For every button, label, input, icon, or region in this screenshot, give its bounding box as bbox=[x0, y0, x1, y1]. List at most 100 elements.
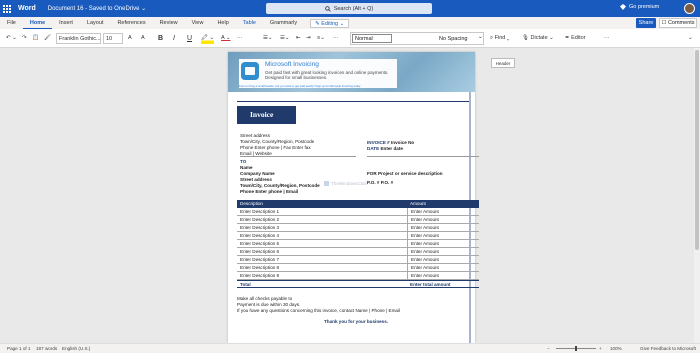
header-tag[interactable]: Header bbox=[491, 58, 515, 68]
recipient-street: Street address bbox=[240, 177, 272, 182]
ribbon-more-icon[interactable]: ··· bbox=[604, 33, 610, 44]
increase-indent-icon[interactable]: ⇥ bbox=[306, 33, 311, 44]
total-value: Enter total amount bbox=[410, 282, 451, 287]
invoice-date-label: DATE bbox=[367, 146, 380, 151]
decrease-indent-icon[interactable]: ⇤ bbox=[296, 33, 301, 44]
row-description: Enter Description 3 bbox=[240, 225, 280, 230]
bullets-icon[interactable]: ☰⌄ bbox=[263, 33, 273, 44]
document-canvas[interactable]: Microsoft Invoicing Get paid fast with g… bbox=[0, 48, 700, 343]
tab-file[interactable]: File bbox=[0, 17, 23, 29]
font-color-icon[interactable]: A ⌄ bbox=[221, 33, 231, 44]
bold-button[interactable]: B bbox=[158, 33, 163, 44]
italic-button[interactable]: I bbox=[173, 33, 175, 44]
table-row[interactable]: Enter Description 8 Enter Amount bbox=[237, 264, 479, 272]
font-name-select[interactable]: Franklin Gothic... bbox=[56, 33, 101, 44]
ribbon-collapse-icon[interactable]: ⌄ bbox=[688, 33, 693, 44]
share-button[interactable]: Share bbox=[636, 18, 656, 28]
recipient-company: Company Name bbox=[240, 171, 275, 176]
find-button[interactable]: ⌕ Find ⌄ bbox=[490, 33, 509, 44]
page-count: Page 1 of 1 bbox=[7, 346, 31, 351]
app-name[interactable]: Word bbox=[18, 5, 36, 12]
tab-references[interactable]: References bbox=[110, 17, 152, 29]
document-title[interactable]: Document 16 - Saved to OneDrive ⌄ bbox=[48, 5, 146, 12]
tab-home[interactable]: Home bbox=[22, 17, 53, 29]
styles-gallery[interactable]: Normal No Spacing ⌄ bbox=[350, 32, 484, 45]
highlight-icon[interactable]: 🖍 ⌄ bbox=[201, 33, 215, 44]
tab-review[interactable]: Review bbox=[153, 17, 185, 29]
editor-button[interactable]: ✒ Editor bbox=[565, 33, 586, 44]
row-amount: Enter Amount bbox=[407, 232, 439, 240]
sender-phone: Phone Enter phone | Fax Enter fax bbox=[240, 145, 311, 150]
more-options-icon[interactable]: ··· bbox=[237, 33, 243, 44]
promo-fine-print[interactable]: Free to bring a small freebie, but you w… bbox=[239, 84, 399, 88]
document-page[interactable]: Microsoft Invoicing Get paid fast with g… bbox=[228, 52, 479, 343]
row-amount: Enter Amount bbox=[407, 256, 439, 264]
feedback-link[interactable]: Give Feedback to Microsoft bbox=[640, 346, 696, 351]
table-row[interactable]: Enter Description 9 Enter Amount bbox=[237, 272, 479, 280]
go-premium-button[interactable]: Go premium bbox=[620, 4, 659, 10]
underline-button[interactable]: U bbox=[187, 33, 192, 44]
invoice-date-value: Enter date bbox=[380, 146, 403, 151]
table-row[interactable]: Enter Description 7 Enter Amount bbox=[237, 256, 479, 264]
font-size-select[interactable]: 10 bbox=[103, 33, 123, 44]
search-icon bbox=[324, 5, 331, 12]
language-indicator[interactable]: English (U.S.) bbox=[62, 346, 90, 351]
tab-layout[interactable]: Layout bbox=[80, 17, 111, 29]
search-placeholder: Search (Alt + Q) bbox=[333, 5, 374, 12]
recipient-name: Name bbox=[240, 165, 253, 170]
style-normal[interactable]: Normal bbox=[352, 34, 392, 43]
zoom-in-button[interactable]: + bbox=[599, 346, 602, 351]
promo-card[interactable]: Microsoft Invoicing Get paid fast with g… bbox=[239, 59, 397, 88]
promo-line-2: Designed for small businesses. bbox=[265, 75, 328, 80]
comments-button[interactable]: ☐ Comments bbox=[659, 18, 697, 28]
zoom-out-button[interactable]: − bbox=[547, 346, 550, 351]
dictate-button[interactable]: 🎙 Dictate ⌄ bbox=[522, 33, 554, 44]
align-icon[interactable]: ≡⌄ bbox=[317, 33, 325, 44]
paragraph-more-icon[interactable]: ··· bbox=[333, 33, 339, 44]
tab-grammarly[interactable]: Grammarly bbox=[263, 17, 304, 29]
numbering-icon[interactable]: ☰⌄ bbox=[280, 33, 290, 44]
diamond-icon bbox=[620, 4, 626, 10]
table-row[interactable]: Enter Description 2 Enter Amount bbox=[237, 216, 479, 224]
shrink-font-icon[interactable]: A bbox=[141, 33, 145, 44]
dictate-label: Dictate bbox=[530, 35, 548, 41]
app-launcher-icon[interactable] bbox=[0, 0, 14, 17]
zoom-slider-thumb[interactable] bbox=[575, 346, 577, 351]
table-row[interactable]: Enter Description 4 Enter Amount bbox=[237, 232, 479, 240]
promo-title: Microsoft Invoicing bbox=[265, 61, 319, 68]
watermark: TheWindowsClub bbox=[324, 181, 367, 186]
vertical-scrollbar[interactable] bbox=[694, 48, 700, 343]
document-title-text: Document 16 - Saved to OneDrive bbox=[47, 6, 140, 12]
style-no-spacing[interactable]: No Spacing bbox=[439, 35, 467, 44]
go-premium-label: Go premium bbox=[629, 4, 660, 10]
grow-font-icon[interactable]: A bbox=[128, 33, 132, 44]
row-description: Enter Description 5 bbox=[240, 241, 280, 246]
table-total-row[interactable]: Total Enter total amount bbox=[237, 280, 479, 288]
tab-help[interactable]: Help bbox=[210, 17, 235, 29]
tab-insert[interactable]: Insert bbox=[52, 17, 80, 29]
table-row[interactable]: Enter Description 6 Enter Amount bbox=[237, 248, 479, 256]
chevron-down-icon: ⌄ bbox=[141, 6, 147, 12]
word-count[interactable]: 187 words bbox=[36, 346, 57, 351]
sender-street: Street address bbox=[240, 133, 270, 138]
scrollbar-thumb[interactable] bbox=[695, 50, 699, 250]
total-label: Total bbox=[240, 282, 251, 287]
editing-mode-button[interactable]: ✎ Editing ⌄ bbox=[310, 18, 350, 28]
undo-icon[interactable]: ↶ ⌄ bbox=[6, 33, 17, 44]
table-row[interactable]: Enter Description 3 Enter Amount bbox=[237, 224, 479, 232]
zoom-level[interactable]: 100% bbox=[610, 346, 622, 351]
invoice-number: INVOICE # Invoice No bbox=[367, 140, 414, 145]
tab-view[interactable]: View bbox=[185, 17, 211, 29]
clipboard-icon[interactable]: 📋 bbox=[32, 33, 39, 44]
format-painter-icon[interactable]: 🖌 bbox=[44, 33, 51, 44]
tab-table[interactable]: Table bbox=[236, 17, 263, 29]
search-input[interactable]: Search (Alt + Q) bbox=[266, 3, 432, 14]
avatar[interactable] bbox=[684, 3, 695, 14]
styles-expand-icon[interactable]: ⌄ bbox=[478, 34, 483, 40]
editor-label: Editor bbox=[571, 35, 586, 41]
recipient-city: Town/City, County/Region, Postcode bbox=[240, 183, 320, 188]
redo-icon[interactable]: ↷ bbox=[22, 33, 27, 44]
table-row[interactable]: Enter Description 1 Enter Amount bbox=[237, 208, 479, 216]
table-row[interactable]: Enter Description 5 Enter Amount bbox=[237, 240, 479, 248]
sender-rule bbox=[240, 156, 356, 157]
